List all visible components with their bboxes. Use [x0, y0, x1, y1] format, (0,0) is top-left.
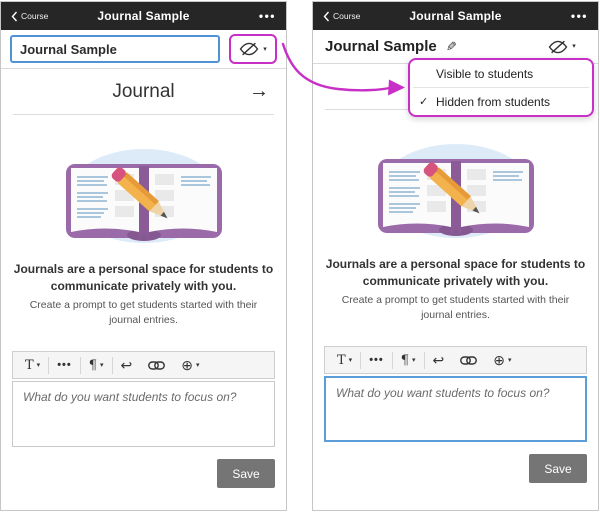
- back-button[interactable]: Course: [11, 11, 73, 22]
- chevron-down-icon: ▾: [263, 46, 267, 53]
- chevron-down-icon: ▾: [349, 357, 353, 364]
- journal-subtext: Create a prompt to get students started …: [15, 298, 272, 328]
- menu-item-hidden[interactable]: ✓ Hidden from students: [410, 88, 592, 115]
- visibility-button[interactable]: ▾: [229, 34, 277, 64]
- overflow-menu-icon[interactable]: •••: [214, 9, 276, 23]
- chevron-left-icon: [323, 11, 330, 22]
- undo-icon: ↩: [433, 352, 445, 369]
- paragraph-button[interactable]: ¶▾: [393, 347, 424, 373]
- app-header-title: Journal Sample: [73, 9, 214, 23]
- page-title: Journal Sample: [325, 38, 437, 55]
- journal-link[interactable]: Journal →: [1, 69, 286, 114]
- journal-title-input[interactable]: [10, 35, 220, 63]
- save-row: Save: [324, 454, 587, 483]
- text-style-button[interactable]: T▾: [17, 352, 48, 378]
- app-header: Course Journal Sample •••: [313, 2, 598, 30]
- eye-off-icon: [239, 42, 259, 56]
- menu-item-label: Visible to students: [436, 67, 533, 81]
- arrow-right-icon: →: [249, 80, 269, 103]
- undo-button[interactable]: ↩: [425, 347, 453, 373]
- insert-link-button[interactable]: [452, 347, 485, 373]
- divider: [13, 114, 274, 115]
- menu-item-visible[interactable]: Visible to students: [410, 60, 592, 87]
- insert-content-button[interactable]: ⊕▾: [485, 347, 519, 373]
- check-icon: ✓: [419, 95, 436, 108]
- app-header-title: Journal Sample: [385, 9, 526, 23]
- editor-toolbar: T▾ ••• ¶▾ ↩ ⊕▾: [12, 351, 275, 379]
- undo-button[interactable]: ↩: [113, 352, 141, 378]
- chevron-left-icon: [11, 11, 18, 22]
- prompt-input[interactable]: [324, 376, 587, 442]
- editor-toolbar: T▾ ••• ¶▾ ↩ ⊕▾: [324, 346, 587, 374]
- chevron-down-icon: ▾: [196, 362, 200, 369]
- journal-link-label: Journal: [112, 81, 174, 103]
- eye-off-icon: [548, 40, 568, 54]
- plus-circle-icon: ⊕: [493, 352, 505, 369]
- prompt-editor: T▾ ••• ¶▾ ↩ ⊕▾: [12, 351, 275, 447]
- journal-illustration: [1, 124, 286, 248]
- back-button[interactable]: Course: [323, 11, 385, 22]
- journal-headline: Journals are a personal space for studen…: [324, 256, 587, 290]
- plus-circle-icon: ⊕: [181, 357, 193, 374]
- visibility-dropdown: Visible to students ✓ Hidden from studen…: [408, 58, 594, 117]
- chevron-down-icon: ▾: [508, 357, 512, 364]
- prompt-input[interactable]: [12, 381, 275, 447]
- chevron-down-icon: ▾: [412, 357, 416, 364]
- save-row: Save: [12, 459, 275, 488]
- prompt-editor: T▾ ••• ¶▾ ↩ ⊕▾: [324, 346, 587, 442]
- link-icon: [148, 361, 165, 370]
- save-button[interactable]: Save: [529, 454, 587, 483]
- overflow-menu-icon[interactable]: •••: [526, 9, 588, 23]
- paragraph-button[interactable]: ¶▾: [81, 352, 112, 378]
- link-icon: [460, 356, 477, 365]
- edit-pencil-icon[interactable]: ✎: [446, 39, 457, 55]
- undo-icon: ↩: [121, 357, 133, 374]
- chevron-down-icon: ▾: [37, 362, 41, 369]
- journal-headline: Journals are a personal space for studen…: [12, 261, 275, 295]
- journal-illustration: [313, 119, 598, 243]
- save-button[interactable]: Save: [217, 459, 275, 488]
- app-header: Course Journal Sample •••: [1, 2, 286, 30]
- chevron-down-icon: ▾: [100, 362, 104, 369]
- left-phone-screen: Course Journal Sample ••• ▾ Journal → Jo…: [0, 1, 287, 511]
- title-edit-bar: ▾: [1, 30, 286, 69]
- chevron-down-icon: ▾: [572, 43, 576, 50]
- text-style-button[interactable]: T▾: [329, 347, 360, 373]
- back-label: Course: [21, 11, 48, 21]
- journal-subtext: Create a prompt to get students started …: [327, 293, 584, 323]
- menu-item-label: Hidden from students: [436, 95, 550, 109]
- right-phone-screen: Course Journal Sample ••• Journal Sample…: [312, 1, 599, 511]
- more-formats-button[interactable]: •••: [49, 352, 80, 378]
- insert-content-button[interactable]: ⊕▾: [173, 352, 207, 378]
- back-label: Course: [333, 11, 360, 21]
- visibility-button[interactable]: ▾: [538, 32, 586, 62]
- more-formats-button[interactable]: •••: [361, 347, 392, 373]
- insert-link-button[interactable]: [140, 352, 173, 378]
